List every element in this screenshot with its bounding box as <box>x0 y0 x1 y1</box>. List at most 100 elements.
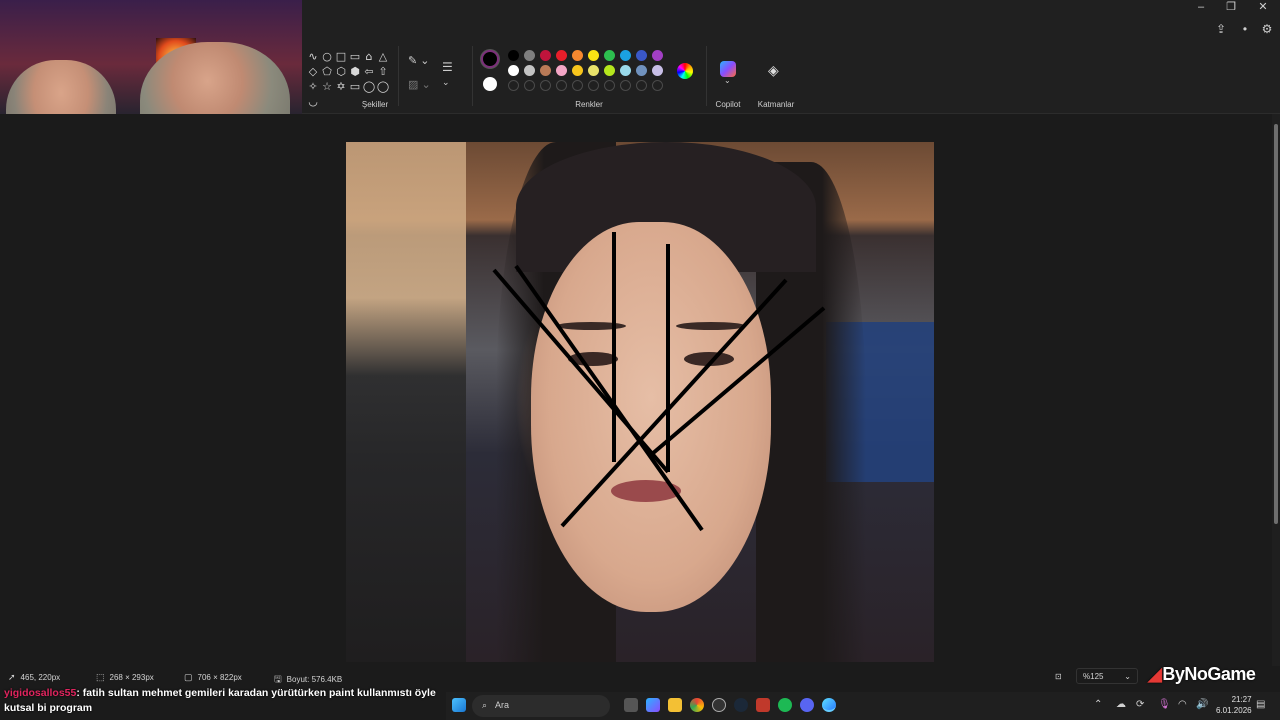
custom-color-slot[interactable] <box>508 80 519 91</box>
maximize-button[interactable]: ❐ <box>1216 0 1246 16</box>
taskbar-search[interactable]: ⌕ Ara <box>472 695 610 717</box>
color-swatch[interactable] <box>636 50 647 61</box>
color-swatch[interactable] <box>572 50 583 61</box>
color-swatch[interactable] <box>652 65 663 76</box>
paint-app-icon[interactable] <box>822 698 836 712</box>
file-size-text: Boyut: 576.4KB <box>286 675 343 684</box>
shape-option-icon[interactable]: ✡ <box>334 80 348 93</box>
edit-colors-icon[interactable] <box>677 63 693 79</box>
clock-date: 6.01.2026 <box>1216 706 1252 715</box>
color-swatch[interactable] <box>524 50 535 61</box>
copilot-chevron-icon[interactable]: ⌄ <box>724 76 731 85</box>
settings-gear-icon[interactable]: ⚙ <box>1258 20 1276 38</box>
primary-color-swatch[interactable] <box>481 50 499 68</box>
canvas-image[interactable] <box>346 142 934 662</box>
color-swatch[interactable] <box>588 50 599 61</box>
status-bar: ➚ 465, 220px ⬚ 268 × 293px ▢ 706 × 822px 🖫 B… <box>0 666 1280 686</box>
fill-tool-icon[interactable]: ▨ ⌄ <box>408 78 431 91</box>
minimize-button[interactable]: – <box>1186 0 1216 16</box>
color-swatch[interactable] <box>540 50 551 61</box>
custom-color-slot[interactable] <box>540 80 551 91</box>
fit-to-window-icon[interactable]: ⊡ <box>1055 672 1062 681</box>
notification-icon[interactable]: ▤ <box>1256 699 1265 710</box>
shape-option-icon[interactable]: ☆ <box>320 80 334 93</box>
task-view-icon[interactable] <box>624 698 638 712</box>
color-swatch[interactable] <box>588 65 599 76</box>
custom-color-slot[interactable] <box>620 80 631 91</box>
scrollbar-thumb[interactable] <box>1274 124 1278 524</box>
layers-icon[interactable]: ◈ <box>768 62 779 79</box>
chat-username: yigidosallos55 <box>4 687 77 699</box>
discord-icon[interactable] <box>800 698 814 712</box>
shape-option-icon[interactable]: ○ <box>320 50 334 63</box>
shape-option-icon[interactable]: ✧ <box>306 80 320 93</box>
custom-color-slot[interactable] <box>604 80 615 91</box>
secondary-color-swatch[interactable] <box>483 77 497 91</box>
color-swatch[interactable] <box>636 65 647 76</box>
color-swatch[interactable] <box>620 65 631 76</box>
canvas-size-text: 706 × 822px <box>197 673 242 682</box>
steam-icon[interactable] <box>734 698 748 712</box>
layers-label[interactable]: Katmanlar <box>754 100 798 109</box>
shape-option-icon[interactable]: ∿ <box>306 50 320 63</box>
shape-option-icon[interactable]: ⇦ <box>362 65 376 78</box>
shape-option-icon[interactable]: ◡ <box>306 95 320 108</box>
vertical-scrollbar[interactable] <box>1272 114 1280 666</box>
search-placeholder: Ara <box>495 700 510 710</box>
tray-sync-icon[interactable]: ⟳ <box>1136 699 1144 710</box>
shape-option-icon[interactable]: ◯ <box>362 80 376 93</box>
color-swatch[interactable] <box>604 50 615 61</box>
color-swatch[interactable] <box>604 65 615 76</box>
custom-color-slot[interactable] <box>652 80 663 91</box>
drawn-lines <box>492 232 826 532</box>
custom-color-slot[interactable] <box>524 80 535 91</box>
shape-option-icon[interactable]: △ <box>376 50 390 63</box>
shape-option-icon[interactable]: ◯ <box>376 80 390 93</box>
obs-icon[interactable] <box>712 698 726 712</box>
shape-option-icon[interactable]: ⌂ <box>362 50 376 63</box>
share-icon[interactable]: ⇪ <box>1212 20 1230 38</box>
outline-tool-icon[interactable]: ✎ ⌄ <box>408 54 430 67</box>
file-explorer-icon[interactable] <box>668 698 682 712</box>
custom-color-slot[interactable] <box>556 80 567 91</box>
copilot-icon[interactable] <box>720 61 736 77</box>
custom-color-slot[interactable] <box>636 80 647 91</box>
color-swatch[interactable] <box>524 65 535 76</box>
color-swatch[interactable] <box>508 50 519 61</box>
system-clock[interactable]: 21:27 6.01.2026 <box>1216 694 1252 716</box>
shape-option-icon[interactable]: ⬡ <box>334 65 348 78</box>
custom-color-slot[interactable] <box>588 80 599 91</box>
canvas-size: ▢ 706 × 822px <box>184 672 242 683</box>
zoom-dropdown[interactable]: %125 ⌄ <box>1076 668 1138 684</box>
color-swatch[interactable] <box>556 50 567 61</box>
chrome-icon[interactable] <box>690 698 704 712</box>
color-swatch[interactable] <box>556 65 567 76</box>
color-swatch[interactable] <box>572 65 583 76</box>
color-swatch[interactable] <box>508 65 519 76</box>
separator <box>398 46 399 106</box>
tray-app-icon[interactable]: ☁ <box>1116 699 1126 710</box>
shape-option-icon[interactable]: ▭ <box>348 50 362 63</box>
windows-start-icon[interactable] <box>452 698 466 712</box>
size-tool-icon[interactable]: ☰ ⌄ <box>442 60 453 88</box>
shape-option-icon[interactable]: ⇧ <box>376 65 390 78</box>
volume-icon[interactable]: 🔊 <box>1196 699 1208 710</box>
copilot-label[interactable]: Copilot <box>710 100 746 109</box>
shape-option-icon[interactable]: ⬠ <box>320 65 334 78</box>
shape-option-icon[interactable]: ◇ <box>306 65 320 78</box>
shape-option-icon[interactable]: ▭ <box>348 80 362 93</box>
tray-chevron-icon[interactable]: ⌃ <box>1094 699 1102 710</box>
microphone-icon[interactable]: 🎙 <box>1158 699 1171 710</box>
shape-option-icon[interactable]: □ <box>334 50 348 63</box>
custom-color-slot[interactable] <box>572 80 583 91</box>
color-swatch[interactable] <box>620 50 631 61</box>
color-swatch[interactable] <box>652 50 663 61</box>
spotify-icon[interactable] <box>778 698 792 712</box>
wifi-icon[interactable]: ◠ <box>1178 699 1187 710</box>
shape-option-icon[interactable]: ⬢ <box>348 65 362 78</box>
close-button[interactable]: ✕ <box>1248 0 1278 16</box>
copilot-app-icon[interactable] <box>646 698 660 712</box>
color-swatch[interactable] <box>540 65 551 76</box>
selection-icon: ⬚ <box>96 672 105 682</box>
app-red-icon[interactable] <box>756 698 770 712</box>
